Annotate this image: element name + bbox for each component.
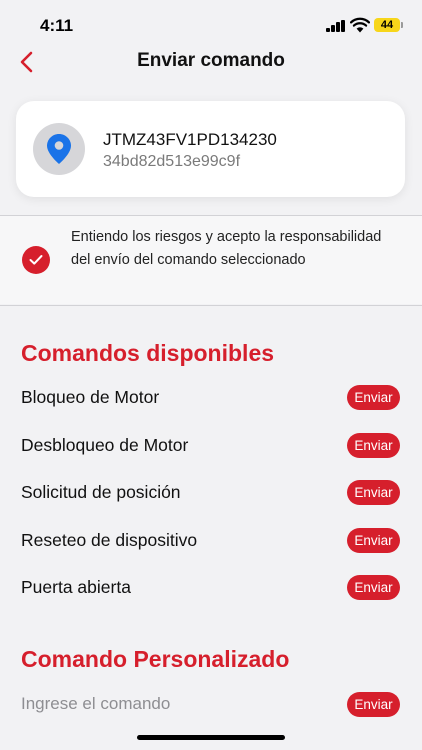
device-hash: 34bd82d513e99c9f <box>103 153 241 170</box>
command-label: Desbloqueo de Motor <box>21 434 189 455</box>
command-label: Bloqueo de Motor <box>21 387 160 407</box>
status-bar: 4:11 44 <box>0 0 422 50</box>
command-row: Reseteo de dispositivo Enviar <box>0 518 422 566</box>
command-label: Puerta abierta <box>21 577 131 597</box>
send-button[interactable]: Enviar <box>347 480 400 505</box>
signal-icon <box>326 20 346 32</box>
command-row: Bloqueo de Motor Enviar <box>0 375 422 423</box>
device-avatar <box>33 123 85 175</box>
send-button[interactable]: Enviar <box>347 575 400 600</box>
divider <box>0 305 422 306</box>
command-list: Bloqueo de Motor Enviar Desbloqueo de Mo… <box>0 375 422 613</box>
home-indicator <box>137 735 285 740</box>
acceptance-checkbox[interactable] <box>22 246 50 274</box>
custom-command-title: Comando Personalizado <box>21 646 290 672</box>
command-row: Puerta abierta Enviar <box>0 565 422 613</box>
custom-send-button[interactable]: Enviar <box>347 692 400 717</box>
location-pin-icon <box>47 134 71 164</box>
device-id: JTMZ43FV1PD134230 <box>103 130 277 149</box>
send-button[interactable]: Enviar <box>347 385 400 410</box>
custom-command-row: Ingrese el comando Enviar <box>0 682 422 728</box>
page-title: Enviar comando <box>137 50 285 71</box>
acceptance-section: Entiendo los riesgos y acepto la respons… <box>0 216 422 304</box>
send-button[interactable]: Enviar <box>347 432 400 458</box>
custom-command-input[interactable]: Ingrese el comando <box>21 694 170 714</box>
wifi-icon <box>350 17 370 33</box>
status-time: 4:11 <box>40 16 74 35</box>
command-row: Solicitud de posición Enviar <box>0 470 422 518</box>
command-label: Solicitud de posición <box>21 482 181 502</box>
device-card: JTMZ43FV1PD134230 34bd82d513e99c9f <box>16 101 405 197</box>
command-label: Reseteo de dispositivo <box>21 529 198 550</box>
battery-tip <box>401 22 403 28</box>
command-row: Desbloqueo de Motor Enviar <box>0 423 422 471</box>
acceptance-text: Entiendo los riesgos y acepto la respons… <box>71 229 382 268</box>
navigation-bar: Enviar comando <box>0 44 422 80</box>
checkmark-icon <box>29 255 43 265</box>
battery-icon: 44 <box>374 18 400 32</box>
send-button[interactable]: Enviar <box>347 527 400 553</box>
available-commands-title: Comandos disponibles <box>21 340 275 366</box>
